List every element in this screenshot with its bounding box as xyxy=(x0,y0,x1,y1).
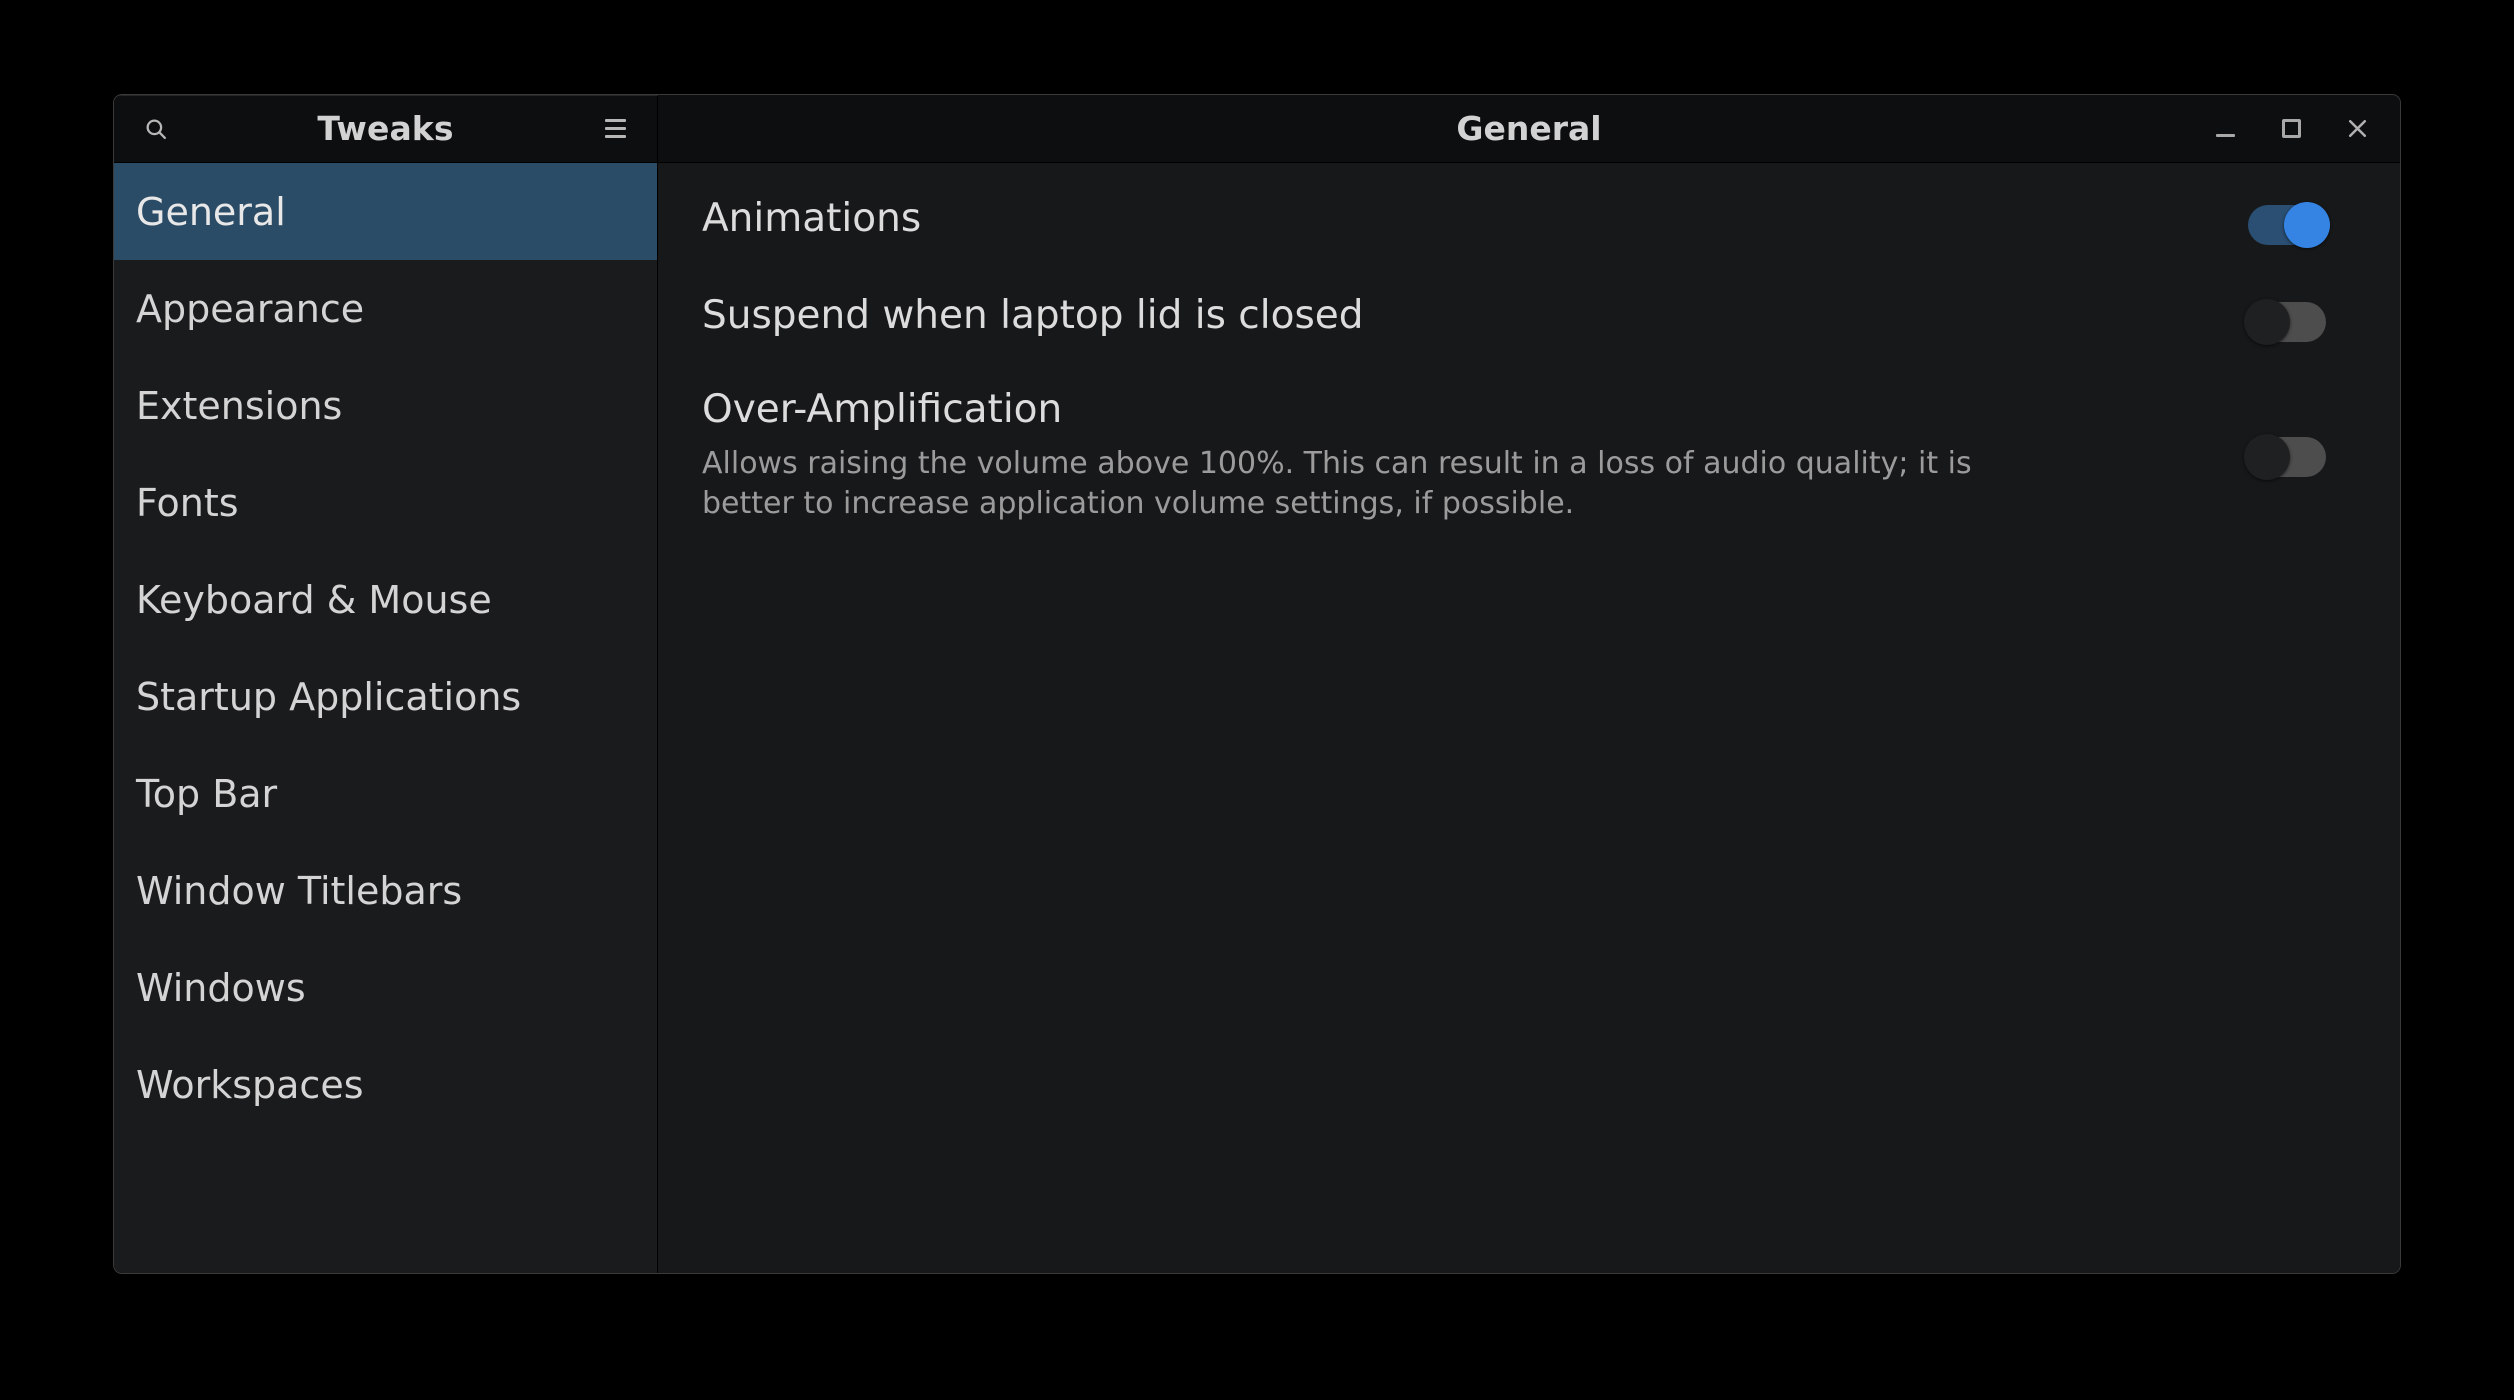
setting-row-animations: Animations xyxy=(702,199,2330,271)
sidebar-item-fonts[interactable]: Fonts xyxy=(114,454,657,551)
sidebar-item-label: Top Bar xyxy=(136,771,278,816)
setting-text: Over-Amplification Allows raising the vo… xyxy=(702,390,2208,524)
search-icon[interactable] xyxy=(136,109,176,149)
minimize-icon[interactable] xyxy=(2208,112,2242,146)
toggle-knob xyxy=(2244,299,2290,345)
settings-panel: Animations Suspend when laptop lid is cl… xyxy=(658,163,2400,1273)
maximize-icon[interactable] xyxy=(2274,112,2308,146)
window-controls xyxy=(2208,112,2374,146)
sidebar-item-label: General xyxy=(136,189,286,234)
setting-text: Suspend when laptop lid is closed xyxy=(702,296,2208,335)
sidebar-item-keyboard-mouse[interactable]: Keyboard & Mouse xyxy=(114,551,657,648)
sidebar-item-label: Workspaces xyxy=(136,1062,364,1107)
setting-row-suspend-lid: Suspend when laptop lid is closed xyxy=(702,296,2326,368)
sidebar-item-workspaces[interactable]: Workspaces xyxy=(114,1036,657,1133)
sidebar-item-label: Startup Applications xyxy=(136,674,522,719)
setting-label: Suspend when laptop lid is closed xyxy=(702,293,1364,338)
sidebar-item-label: Appearance xyxy=(136,286,365,331)
sidebar-nav: General Appearance Extensions Fonts Keyb… xyxy=(114,163,658,1273)
sidebar-item-general[interactable]: General xyxy=(114,163,657,260)
app-title: Tweaks xyxy=(317,109,454,148)
toggle-knob xyxy=(2284,202,2330,248)
hamburger-menu-icon[interactable] xyxy=(595,109,635,149)
setting-row-over-amplification: Over-Amplification Allows raising the vo… xyxy=(702,390,2326,524)
setting-label: Animations xyxy=(702,196,922,241)
sidebar-item-label: Extensions xyxy=(136,383,343,428)
page-title: General xyxy=(1456,109,1602,148)
sidebar-item-label: Windows xyxy=(136,965,306,1010)
animations-toggle[interactable] xyxy=(2248,202,2330,248)
sidebar-item-label: Window Titlebars xyxy=(136,868,463,913)
tweaks-window: Tweaks General General Appearance Extens… xyxy=(113,94,2401,1274)
sidebar-item-startup-applications[interactable]: Startup Applications xyxy=(114,648,657,745)
sidebar-item-windows[interactable]: Windows xyxy=(114,939,657,1036)
sidebar-item-window-titlebars[interactable]: Window Titlebars xyxy=(114,842,657,939)
over-amplification-toggle[interactable] xyxy=(2244,434,2326,481)
sidebar-item-top-bar[interactable]: Top Bar xyxy=(114,745,657,842)
setting-text: Animations xyxy=(702,199,2208,238)
setting-description: Allows raising the volume above 100%. Th… xyxy=(702,446,1972,522)
suspend-lid-toggle[interactable] xyxy=(2244,299,2326,345)
content-header: General xyxy=(658,95,2400,162)
sidebar-item-label: Fonts xyxy=(136,480,239,525)
header-bar: Tweaks General xyxy=(114,95,2400,163)
sidebar-item-label: Keyboard & Mouse xyxy=(136,577,492,622)
sidebar-item-extensions[interactable]: Extensions xyxy=(114,357,657,454)
window-body: General Appearance Extensions Fonts Keyb… xyxy=(114,163,2400,1273)
close-icon[interactable] xyxy=(2340,112,2374,146)
toggle-knob xyxy=(2244,434,2290,481)
sidebar-header: Tweaks xyxy=(114,95,658,162)
setting-label: Over-Amplification xyxy=(702,387,1063,432)
sidebar-item-appearance[interactable]: Appearance xyxy=(114,260,657,357)
